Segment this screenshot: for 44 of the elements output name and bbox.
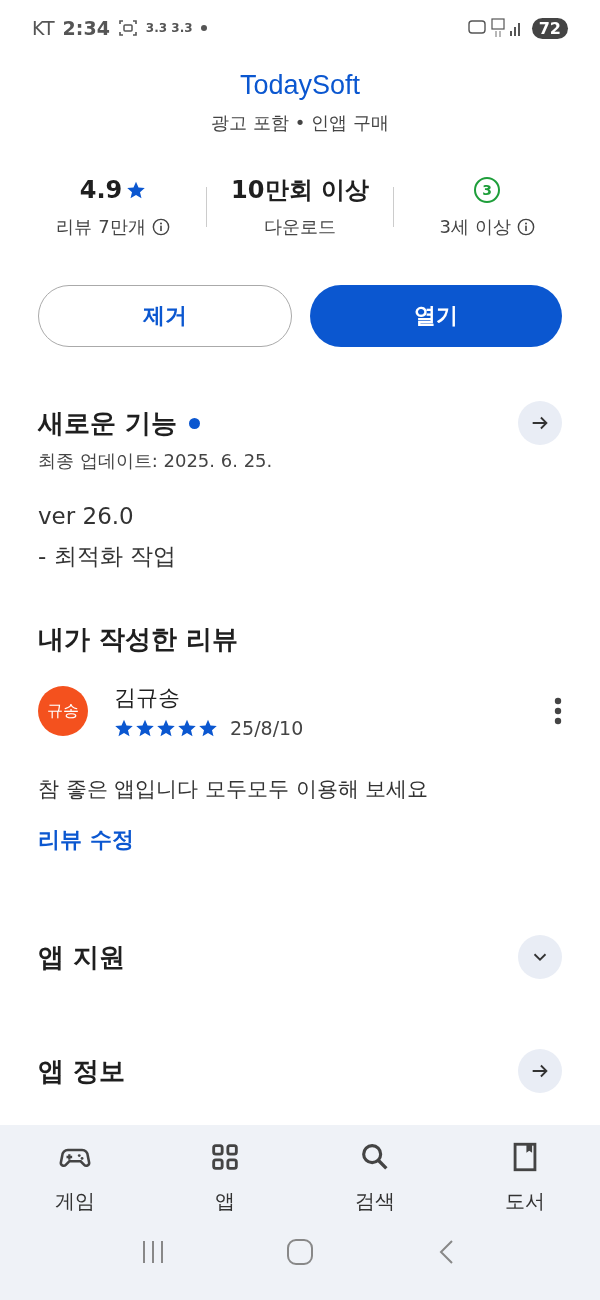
age-rating-badge: 3 bbox=[474, 177, 500, 203]
release-note: - 최적화 작업 bbox=[38, 543, 176, 569]
info-icon[interactable] bbox=[516, 218, 535, 236]
dot-icon bbox=[200, 25, 207, 31]
section-title: 내가 작성한 리뷰 bbox=[38, 623, 239, 656]
network-speed: 3.3 3.3 bbox=[145, 21, 193, 35]
reviewer-name: 김규송 bbox=[114, 684, 181, 712]
stat-label: 3세 이상 bbox=[439, 215, 511, 239]
nav-tab[interactable]: 검색 bbox=[300, 1139, 450, 1216]
star-icon bbox=[135, 718, 155, 738]
open-button[interactable]: 열기 bbox=[310, 285, 562, 347]
nav-tab[interactable]: 앱 bbox=[150, 1139, 300, 1216]
section-title: 앱 정보 bbox=[38, 1054, 126, 1088]
rating-value: 4.9 bbox=[79, 176, 123, 204]
nav-tab[interactable]: 게임 bbox=[0, 1139, 150, 1216]
review-text: 참 좋은 앱입니다 모두모두 이용해 보세요 bbox=[38, 777, 429, 801]
release-note: ver 26.0 bbox=[38, 503, 134, 529]
arrow-button[interactable] bbox=[518, 1049, 562, 1093]
section-title: 새로운 기능 bbox=[38, 406, 178, 440]
more-icon[interactable] bbox=[554, 697, 562, 725]
download-count: 10만회 이상 bbox=[231, 175, 369, 206]
star-icon bbox=[177, 718, 197, 738]
star-icon bbox=[114, 718, 134, 738]
stat-label: 다운로드 bbox=[264, 215, 336, 239]
uninstall-button[interactable]: 제거 bbox=[38, 285, 292, 347]
developer-link[interactable]: TodaySoft bbox=[239, 70, 361, 100]
info-icon[interactable] bbox=[151, 218, 170, 236]
star-icon bbox=[156, 718, 176, 738]
update-date: 최종 업데이트: 2025. 6. 25. bbox=[38, 450, 273, 471]
edit-review-link[interactable]: 리뷰 수정 bbox=[38, 825, 134, 855]
screenshot-icon bbox=[117, 19, 138, 37]
carrier: KT bbox=[32, 17, 55, 39]
avatar: 규송 bbox=[38, 686, 88, 736]
arrow-button[interactable] bbox=[518, 401, 562, 445]
app-notes: 광고 포함 • 인앱 구매 bbox=[211, 112, 389, 133]
nav-tab[interactable]: 도서 bbox=[450, 1139, 600, 1216]
stat-label: 리뷰 7만개 bbox=[56, 215, 146, 239]
star-icon bbox=[198, 718, 218, 738]
home-icon[interactable] bbox=[286, 1238, 314, 1266]
section-title: 앱 지원 bbox=[38, 940, 126, 974]
battery-level: 72 bbox=[531, 17, 568, 39]
review-date: 25/8/10 bbox=[230, 717, 304, 739]
clock: 2:34 bbox=[62, 17, 110, 39]
star-icon bbox=[126, 180, 147, 200]
